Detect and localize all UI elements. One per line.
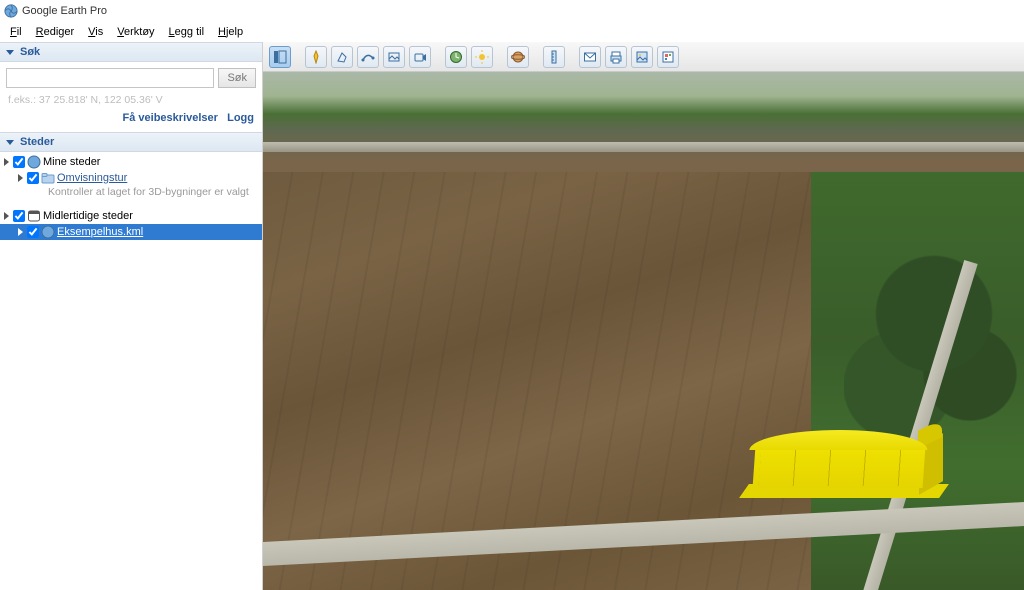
earth-icon	[27, 155, 41, 169]
search-panel-header[interactable]: Søk	[0, 42, 262, 62]
planet-button[interactable]	[507, 46, 529, 68]
sidebar: Søk Søk f.eks.: 37 25.818' N, 122 05.36'…	[0, 42, 263, 590]
chevron-down-icon	[6, 140, 14, 145]
chevron-down-icon	[6, 50, 14, 55]
directions-link[interactable]: Få veibeskrivelser	[123, 112, 218, 124]
expand-icon[interactable]	[18, 228, 23, 236]
3d-building-model[interactable]	[754, 428, 934, 498]
tree-item-tour[interactable]: Omvisningstur	[0, 170, 262, 186]
expand-icon[interactable]	[4, 212, 9, 220]
search-example: f.eks.: 37 25.818' N, 122 05.36' V	[0, 94, 262, 112]
menu-hjelp[interactable]: Hjelp	[212, 24, 249, 40]
save-image-button[interactable]	[631, 46, 653, 68]
temp-places-icon	[27, 209, 41, 223]
title-bar: Google Earth Pro	[0, 0, 1024, 22]
temp-checkbox[interactable]	[13, 210, 25, 222]
earth-icon	[41, 225, 55, 239]
tour-label[interactable]: Omvisningstur	[57, 172, 127, 184]
history-link[interactable]: Logg	[227, 112, 254, 124]
menu-rediger[interactable]: Rediger	[30, 24, 81, 40]
places-tree: Mine steder Omvisningstur Kontroller at …	[0, 152, 262, 590]
folder-icon	[41, 171, 55, 185]
print-button[interactable]	[605, 46, 627, 68]
app-icon	[4, 4, 18, 18]
sidebar-toggle-button[interactable]	[269, 46, 291, 68]
search-input[interactable]	[6, 68, 214, 88]
historical-imagery-button[interactable]	[445, 46, 467, 68]
tree-item-myplaces[interactable]: Mine steder	[0, 154, 262, 170]
content-area	[263, 42, 1024, 590]
tour-hint: Kontroller at laget for 3D-bygninger er …	[0, 186, 262, 198]
places-panel-header[interactable]: Steder	[0, 132, 262, 152]
myplaces-checkbox[interactable]	[13, 156, 25, 168]
menu-bar: Fil Rediger Vis Verktøy Legg til Hjelp	[0, 22, 1024, 42]
menu-vis[interactable]: Vis	[82, 24, 109, 40]
view-in-maps-button[interactable]	[657, 46, 679, 68]
expand-icon[interactable]	[18, 174, 23, 182]
kml-checkbox[interactable]	[27, 226, 39, 238]
kml-label: Eksempelhus.kml	[57, 226, 143, 238]
search-button[interactable]: Søk	[218, 68, 256, 88]
email-button[interactable]	[579, 46, 601, 68]
myplaces-label: Mine steder	[43, 156, 100, 168]
menu-verktoy[interactable]: Verktøy	[111, 24, 160, 40]
polygon-button[interactable]	[331, 46, 353, 68]
distant-road	[263, 142, 1024, 152]
sunlight-button[interactable]	[471, 46, 493, 68]
record-tour-button[interactable]	[409, 46, 431, 68]
menu-fil[interactable]: Fil	[4, 24, 28, 40]
places-label: Steder	[20, 136, 54, 148]
image-overlay-button[interactable]	[383, 46, 405, 68]
ruler-button[interactable]	[543, 46, 565, 68]
search-label: Søk	[20, 46, 40, 58]
temp-label: Midlertidige steder	[43, 210, 133, 222]
map-viewport[interactable]	[263, 72, 1024, 590]
tree-item-temp[interactable]: Midlertidige steder	[0, 208, 262, 224]
path-button[interactable]	[357, 46, 379, 68]
placemark-button[interactable]	[305, 46, 327, 68]
window-title: Google Earth Pro	[22, 5, 107, 17]
tree-item-kml[interactable]: Eksempelhus.kml	[0, 224, 262, 240]
main-toolbar	[263, 42, 1024, 72]
tour-checkbox[interactable]	[27, 172, 39, 184]
menu-leggtil[interactable]: Legg til	[163, 24, 210, 40]
expand-icon[interactable]	[4, 158, 9, 166]
